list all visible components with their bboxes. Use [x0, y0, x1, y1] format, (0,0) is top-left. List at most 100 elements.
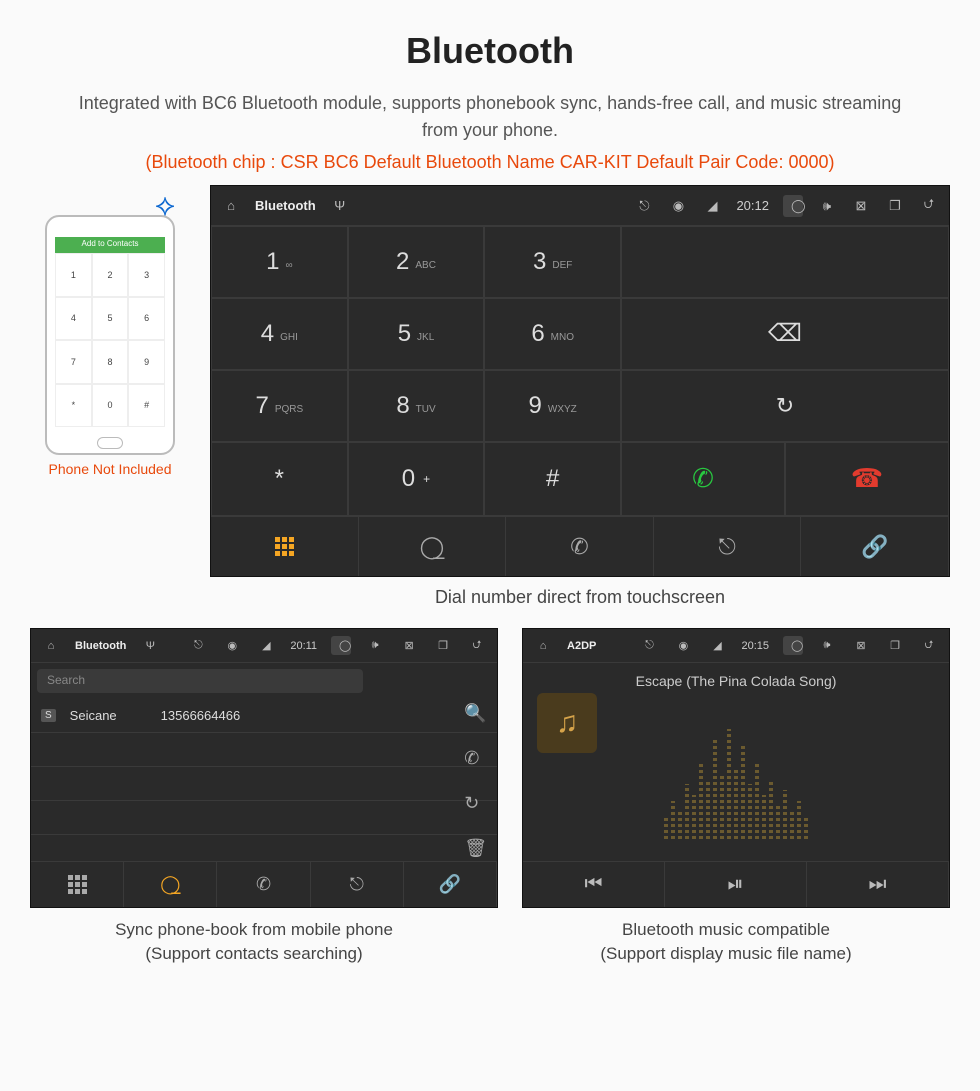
search-input[interactable]: Search	[37, 669, 363, 693]
bottom-tabs: ◯̲ ✆ ⎋ 🔗	[211, 516, 949, 576]
bluetooth-icon: ⎋	[639, 639, 659, 652]
key-6[interactable]: 6MNO	[484, 298, 621, 371]
key-7[interactable]: 7PQRS	[211, 370, 348, 442]
close-icon[interactable]: ⊠	[851, 198, 871, 214]
track-title: Escape (The Pina Colada Song)	[636, 673, 837, 689]
phone-home-button	[97, 437, 123, 449]
close-icon[interactable]: ⊠	[399, 639, 419, 652]
usb-icon: Ψ	[140, 640, 160, 652]
tab-dialpad[interactable]	[31, 862, 124, 907]
prev-icon: ⏮	[585, 873, 603, 896]
key-4[interactable]: 4GHI	[211, 298, 348, 371]
contact-row[interactable]: S Seicane 13566664466	[31, 699, 497, 733]
volume-icon[interactable]: 🕪	[817, 639, 837, 652]
hangup-button[interactable]: ☎	[785, 442, 949, 517]
link-icon: 🔗	[439, 874, 461, 895]
tab-bluetooth[interactable]: ⎋	[311, 862, 404, 907]
back-icon[interactable]: ⮍	[467, 636, 487, 655]
empty-row	[31, 767, 497, 801]
person-icon: ◯̲	[420, 534, 445, 560]
bluetooth-signal-icon: ⟡	[155, 189, 175, 223]
camera-icon[interactable]: ◯	[331, 636, 351, 655]
tab-recents[interactable]: ✆	[217, 862, 310, 907]
redial-button[interactable]: ↻	[621, 370, 949, 442]
camera-icon[interactable]: ◯	[783, 195, 803, 217]
delete-icon[interactable]: 🗑	[464, 838, 487, 859]
key-hash[interactable]: #	[484, 442, 621, 517]
tab-contacts[interactable]: ◯̲	[124, 862, 217, 907]
page-specs: (Bluetooth chip : CSR BC6 Default Blueto…	[0, 144, 980, 185]
next-icon: ⏭	[869, 873, 887, 896]
refresh-icon[interactable]: ↻	[464, 793, 487, 814]
backspace-button[interactable]: ⌫	[621, 298, 949, 371]
key-8[interactable]: 8TUV	[348, 370, 485, 442]
home-icon[interactable]: ⌂	[41, 640, 61, 652]
dialpad-icon	[68, 875, 87, 894]
status-title: Bluetooth	[255, 198, 316, 213]
bluetooth-icon: ⎋	[350, 874, 364, 895]
bluetooth-icon: ⎋	[718, 534, 735, 560]
page-subtitle: Integrated with BC6 Bluetooth module, su…	[0, 72, 980, 144]
music-screen: ⌂ A2DP ⎋ ◉ ◢ 20:15 ◯ 🕪 ⊠ ❐ ⮍ ♫ Escape (T…	[522, 628, 950, 908]
phone-icon: ✆	[256, 874, 271, 895]
side-actions: 🔍 ✆ ↻ 🗑	[464, 703, 487, 859]
dialpad: 1∞ 2ABC 3DEF 4GHI 5JKL 6MNO ⌫ 7PQRS 8TUV…	[211, 226, 949, 516]
key-5[interactable]: 5JKL	[348, 298, 485, 371]
key-0[interactable]: 0+	[348, 442, 485, 517]
tab-pair[interactable]: 🔗	[801, 517, 949, 576]
bottom-tabs: ◯̲ ✆ ⎋ 🔗	[31, 861, 497, 907]
contact-number: 13566664466	[161, 708, 241, 723]
call-button[interactable]: ✆	[621, 442, 785, 517]
status-title: Bluetooth	[75, 640, 126, 652]
call-icon[interactable]: ✆	[464, 748, 487, 769]
close-icon[interactable]: ⊠	[851, 639, 871, 652]
empty-row	[31, 733, 497, 767]
person-icon: ◯̲	[160, 874, 180, 895]
volume-icon[interactable]: 🕪	[365, 639, 385, 652]
wifi-icon: ◢	[702, 198, 722, 214]
prev-button[interactable]: ⏮	[523, 862, 665, 907]
status-time: 20:12	[736, 198, 769, 213]
equalizer-viz	[664, 729, 808, 839]
camera-icon[interactable]: ◯	[783, 636, 803, 655]
tab-recents[interactable]: ✆	[506, 517, 654, 576]
recents-icon[interactable]: ❐	[885, 198, 905, 214]
key-star[interactable]: *	[211, 442, 348, 517]
back-icon[interactable]: ⮍	[919, 195, 939, 217]
volume-icon[interactable]: 🕪	[817, 198, 837, 214]
home-icon[interactable]: ⌂	[221, 198, 241, 213]
recents-icon[interactable]: ❐	[433, 639, 453, 652]
key-2[interactable]: 2ABC	[348, 226, 485, 298]
search-icon[interactable]: 🔍	[464, 703, 487, 724]
phonebook-screen: ⌂ Bluetooth Ψ ⎋ ◉ ◢ 20:11 ◯ 🕪 ⊠ ❐ ⮍ Sear…	[30, 628, 498, 908]
tab-contacts[interactable]: ◯̲	[359, 517, 507, 576]
phone-mock-column: ⟡ Add to Contacts 123456789*0# Phone Not…	[30, 185, 190, 477]
play-icon: ⏯	[728, 873, 744, 896]
music-note-icon: ♫	[556, 706, 579, 740]
back-icon[interactable]: ⮍	[919, 636, 939, 655]
status-time: 20:11	[290, 640, 317, 652]
phone-mock-header: Add to Contacts	[55, 237, 165, 253]
music-controls: ⏮ ⏯ ⏭	[523, 861, 949, 907]
key-1[interactable]: 1∞	[211, 226, 348, 298]
phone-mock-keypad: 123456789*0#	[55, 253, 165, 427]
bluetooth-icon: ⎋	[188, 639, 208, 652]
key-9[interactable]: 9WXYZ	[484, 370, 621, 442]
wifi-icon: ◢	[256, 639, 276, 652]
status-bar: ⌂ Bluetooth Ψ ⎋ ◉ ◢ 20:11 ◯ 🕪 ⊠ ❐ ⮍	[31, 629, 497, 663]
location-icon: ◉	[222, 639, 242, 652]
play-button[interactable]: ⏯	[665, 862, 807, 907]
key-3[interactable]: 3DEF	[484, 226, 621, 298]
recents-icon[interactable]: ❐	[885, 639, 905, 652]
home-icon[interactable]: ⌂	[533, 640, 553, 652]
tab-dialpad[interactable]	[211, 517, 359, 576]
tab-bluetooth[interactable]: ⎋	[654, 517, 802, 576]
next-button[interactable]: ⏭	[807, 862, 949, 907]
album-art: ♫	[537, 693, 597, 753]
tab-pair[interactable]: 🔗	[404, 862, 497, 907]
status-bar: ⌂ Bluetooth Ψ ⎋ ◉ ◢ 20:12 ◯ 🕪 ⊠ ❐ ⮍	[211, 186, 949, 226]
location-icon: ◉	[673, 639, 693, 652]
dialer-caption: Dial number direct from touchscreen	[210, 587, 950, 608]
status-time: 20:15	[741, 640, 769, 652]
usb-icon: Ψ	[330, 198, 350, 213]
